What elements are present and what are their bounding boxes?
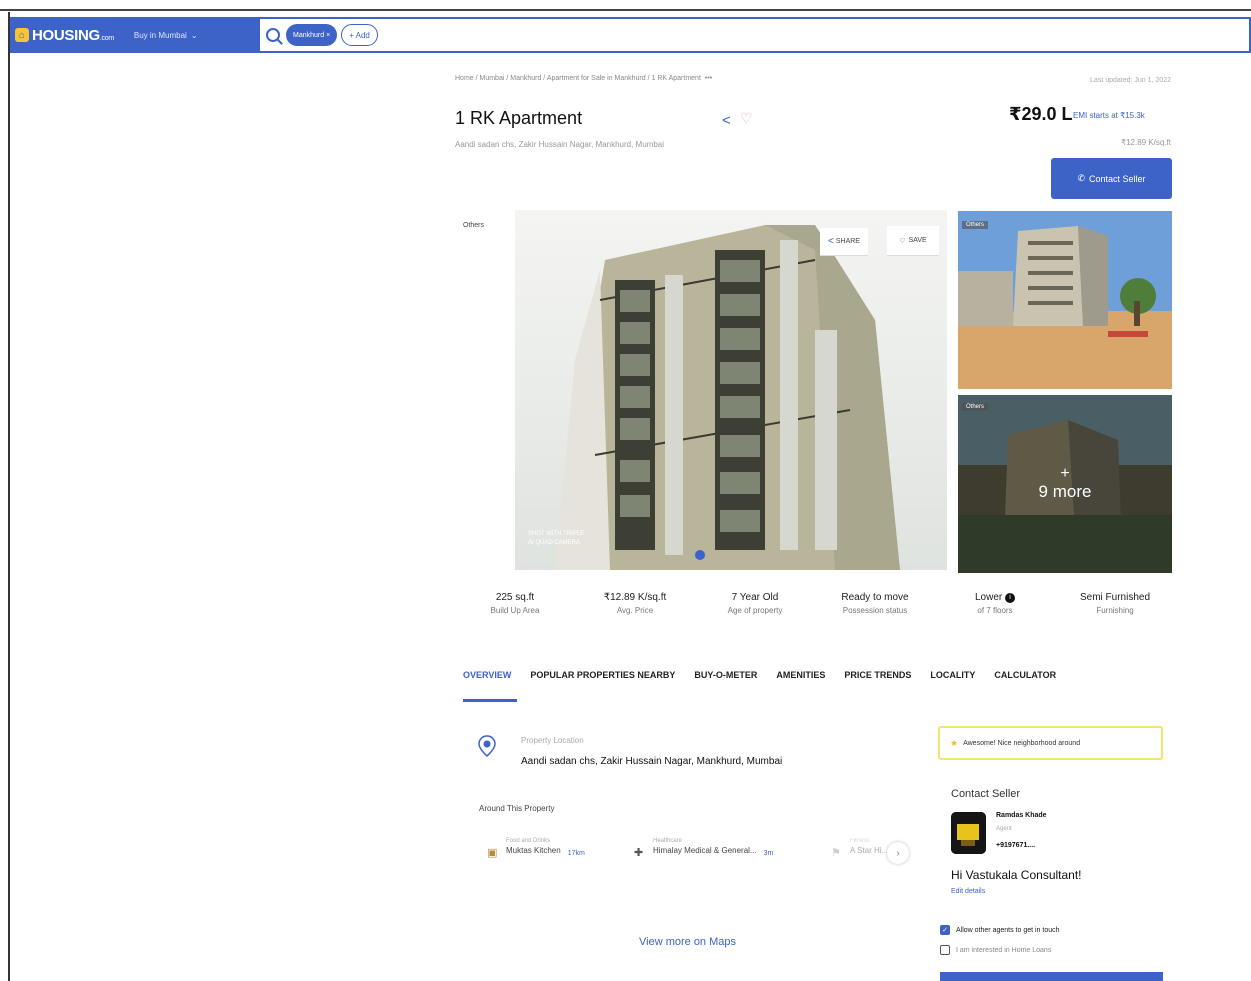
allow-agents-checkbox[interactable]: ✓ Allow other agents to get in touch xyxy=(940,925,1060,935)
agent-avatar xyxy=(951,812,986,854)
listing-address: Aandi sadan chs, Zakir Hussain Nagar, Ma… xyxy=(455,140,664,149)
camera-watermark: SHOT WITH TRIPLE AI QUAD CAMERA xyxy=(528,531,585,546)
listing-price: ₹29.0 L xyxy=(1009,104,1073,124)
add-locality-button[interactable]: + Add xyxy=(341,24,378,46)
emi-link[interactable]: EMI starts at ₹15.3k xyxy=(1073,111,1145,120)
site-logo[interactable]: HOUSING.com xyxy=(32,27,114,44)
top-navbar: ⌂ HOUSING.com Buy in Mumbai ⌄ Mankhurd ×… xyxy=(10,17,1251,53)
tab-price-trends[interactable]: PRICE TRENDS xyxy=(844,670,911,680)
breadcrumb[interactable]: Home / Mumbai / Mankhurd / Apartment for… xyxy=(455,75,712,82)
tab-locality[interactable]: LOCALITY xyxy=(930,670,975,680)
healthcare-icon: ✚ xyxy=(634,847,644,859)
nearby-amenity[interactable]: ✚ Healthcare Himalay Medical & General..… xyxy=(634,838,773,859)
fact-avg-price: ₹12.89 K/sq.ft Avg. Price xyxy=(603,592,667,615)
gallery-share-button[interactable]: < SHARE xyxy=(820,228,868,256)
gallery-save-button[interactable]: ♡ SAVE xyxy=(887,226,939,256)
nearby-amenity[interactable]: ▣ Food and Drinks Muktas Kitchen 17km xyxy=(487,838,585,859)
food-icon: ▣ xyxy=(487,847,498,859)
tab-overview[interactable]: OVERVIEW xyxy=(463,670,511,680)
city-selector[interactable]: Buy in Mumbai xyxy=(134,31,187,40)
tab-popular-properties[interactable]: POPULAR PROPERTIES NEARBY xyxy=(530,670,675,680)
page-title: 1 RK Apartment xyxy=(455,108,583,128)
fact-age: 7 Year Old Age of property xyxy=(727,592,783,615)
page-left-border xyxy=(8,12,10,981)
last-updated: Last updated: Jun 1, 2022 xyxy=(1090,77,1171,84)
location-pin-icon xyxy=(478,735,496,757)
photo-category-tag: Others xyxy=(463,222,485,229)
submit-contact-button[interactable] xyxy=(940,972,1163,981)
around-heading: Around This Property xyxy=(479,804,555,813)
fact-possession: Ready to move Possession status xyxy=(841,592,909,615)
favorite-heart-icon[interactable]: ♡ xyxy=(740,110,753,127)
agent-phone[interactable]: +9197671.... xyxy=(996,842,1035,849)
checkbox-checked-icon[interactable]: ✓ xyxy=(940,925,950,935)
fitness-icon: ⚑ xyxy=(831,847,841,859)
main-property-photo[interactable] xyxy=(515,210,947,570)
heart-icon: ♡ xyxy=(899,237,906,245)
agent-role: Agent xyxy=(996,826,1012,832)
checkbox-icon[interactable] xyxy=(940,945,950,955)
search-bar[interactable]: Mankhurd × + Add xyxy=(260,17,1251,53)
nearby-amenity[interactable]: ⚑ Fitness A Star Hi... xyxy=(831,838,888,859)
housing-logo-icon[interactable]: ⌂ xyxy=(15,28,29,42)
tab-buy-o-meter[interactable]: BUY-O-METER xyxy=(694,670,757,680)
contact-seller-button[interactable]: ✆ Contact Seller xyxy=(1051,158,1172,199)
share-icon: < xyxy=(828,236,834,247)
fact-furnishing: Semi Furnished Furnishing xyxy=(1079,592,1151,615)
fact-floor: Lower i of 7 floors xyxy=(935,592,1055,628)
user-greeting: Hi Vastukala Consultant! xyxy=(951,868,1082,882)
neighborhood-banner: ★ Awesome! Nice neighborhood around xyxy=(938,726,1163,760)
fact-area: 225 sq.ft Build Up Area xyxy=(490,592,540,615)
more-photos-count: 9 more xyxy=(1038,482,1092,501)
contact-seller-heading: Contact Seller xyxy=(951,788,1021,800)
home-loans-checkbox[interactable]: I am interested in Home Loans xyxy=(940,945,1051,955)
tab-amenities[interactable]: AMENITIES xyxy=(776,670,825,680)
location-label: Property Location xyxy=(521,736,584,745)
tab-calculator[interactable]: CALCULATOR xyxy=(994,670,1056,680)
brand-bar: ⌂ HOUSING.com Buy in Mumbai ⌄ xyxy=(10,17,260,53)
location-value: Aandi sadan chs, Zakir Hussain Nagar, Ma… xyxy=(521,756,783,767)
price-per-sqft: ₹12.89 K/sq.ft xyxy=(1120,138,1171,147)
next-arrow-icon[interactable]: › xyxy=(887,842,909,864)
property-facts: 225 sq.ft Build Up Area ₹12.89 K/sq.ft Avg… xyxy=(455,592,1175,628)
section-tabs: OVERVIEW POPULAR PROPERTIES NEARBY BUY-O… xyxy=(463,670,1056,680)
thumbnail-category-tag: Others xyxy=(962,221,989,229)
chevron-down-icon[interactable]: ⌄ xyxy=(191,31,198,40)
agent-name: Ramdas Khade xyxy=(996,812,1047,819)
star-icon: ★ xyxy=(950,737,959,748)
view-on-maps-link[interactable]: View more on Maps xyxy=(639,936,736,948)
locality-chip[interactable]: Mankhurd × xyxy=(286,24,338,46)
more-photos-overlay[interactable]: + 9 more xyxy=(958,395,1172,573)
search-icon[interactable] xyxy=(266,28,280,42)
share-icon[interactable]: < xyxy=(722,112,731,129)
browser-top-edge xyxy=(0,0,1251,11)
edit-details-link[interactable]: Edit details xyxy=(951,888,985,895)
info-icon[interactable]: i xyxy=(1005,593,1016,603)
active-tab-indicator xyxy=(463,699,517,702)
plus-icon: + xyxy=(1060,465,1070,482)
phone-icon: ✆ xyxy=(1077,173,1085,183)
thumbnail-photo-1[interactable]: Others xyxy=(958,211,1172,389)
